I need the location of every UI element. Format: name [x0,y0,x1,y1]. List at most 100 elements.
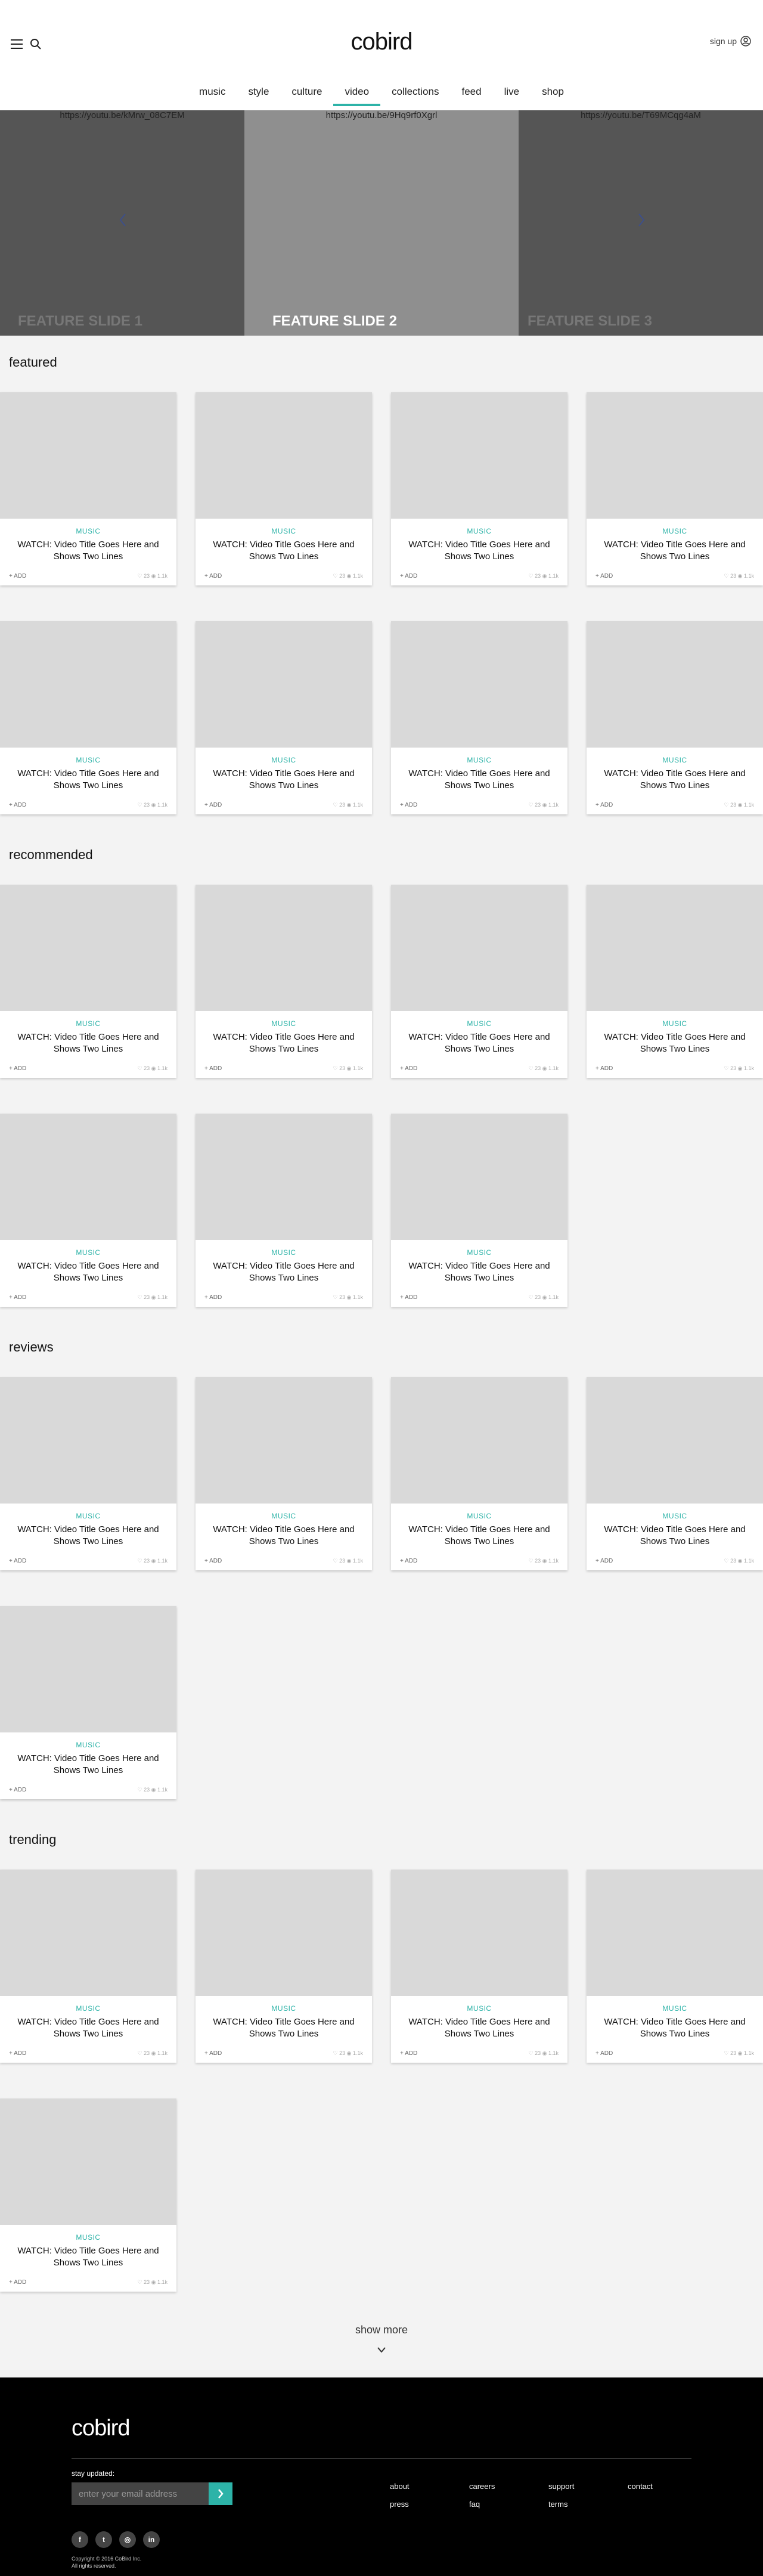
video-title[interactable]: WATCH: Video Title Goes Here and Shows Tw… [398,768,560,792]
video-title[interactable]: WATCH: Video Title Goes Here and Shows Tw… [7,539,169,563]
video-thumbnail[interactable] [587,1377,763,1504]
video-thumbnail[interactable] [391,621,567,748]
nav-item-shop[interactable]: shop [531,83,575,106]
video-thumbnail[interactable] [0,621,176,748]
video-card[interactable]: MUSIC WATCH: Video Title Goes Here and Sho… [391,1870,567,2063]
video-category[interactable]: MUSIC [196,1019,372,1028]
footer-link-careers[interactable]: careers [469,2482,495,2491]
footer-link-about[interactable]: about [390,2482,410,2491]
footer-link-terms[interactable]: terms [548,2500,568,2509]
add-button[interactable]: + ADD [9,1294,26,1301]
show-more-button[interactable]: show more [0,2324,763,2336]
add-button[interactable]: + ADD [9,573,26,579]
video-category[interactable]: MUSIC [391,756,567,764]
video-thumbnail[interactable] [196,1377,372,1504]
video-card[interactable]: MUSIC WATCH: Video Title Goes Here and Sho… [196,1114,372,1307]
linkedin-icon[interactable]: in [143,2531,160,2548]
video-card[interactable]: MUSIC WATCH: Video Title Goes Here and Sho… [196,1870,372,2063]
video-category[interactable]: MUSIC [391,1019,567,1028]
video-title[interactable]: WATCH: Video Title Goes Here and Shows Tw… [594,539,756,563]
add-button[interactable]: + ADD [400,1065,417,1072]
video-thumbnail[interactable] [0,1377,176,1504]
video-title[interactable]: WATCH: Video Title Goes Here and Shows Tw… [7,1753,169,1777]
video-card[interactable]: MUSIC WATCH: Video Title Goes Here and Sho… [587,621,763,814]
video-category[interactable]: MUSIC [0,1248,176,1257]
video-thumbnail[interactable] [587,392,763,519]
add-button[interactable]: + ADD [9,802,26,808]
add-button[interactable]: + ADD [9,1558,26,1564]
video-thumbnail[interactable] [391,1870,567,1996]
video-title[interactable]: WATCH: Video Title Goes Here and Shows Tw… [594,768,756,792]
site-logo[interactable]: cobird [0,29,763,55]
video-category[interactable]: MUSIC [0,1512,176,1520]
twitter-icon[interactable]: t [95,2531,112,2548]
video-thumbnail[interactable] [196,392,372,519]
sign-up-link[interactable]: sign up [710,36,751,47]
nav-item-live[interactable]: live [493,83,531,106]
video-thumbnail[interactable] [391,392,567,519]
video-thumbnail[interactable] [391,1377,567,1504]
video-title[interactable]: WATCH: Video Title Goes Here and Shows Tw… [7,1524,169,1548]
add-button[interactable]: + ADD [595,573,613,579]
video-category[interactable]: MUSIC [587,527,763,535]
add-button[interactable]: + ADD [204,802,222,808]
video-title[interactable]: WATCH: Video Title Goes Here and Shows Tw… [203,768,365,792]
add-button[interactable]: + ADD [595,1558,613,1564]
add-button[interactable]: + ADD [204,1294,222,1301]
video-category[interactable]: MUSIC [0,2004,176,2013]
add-button[interactable]: + ADD [400,802,417,808]
add-button[interactable]: + ADD [400,1294,417,1301]
video-title[interactable]: WATCH: Video Title Goes Here and Shows Tw… [398,1031,560,1055]
footer-logo[interactable]: cobird [72,2416,130,2441]
video-category[interactable]: MUSIC [196,1512,372,1520]
video-category[interactable]: MUSIC [587,1512,763,1520]
video-thumbnail[interactable] [0,392,176,519]
add-button[interactable]: + ADD [204,1558,222,1564]
video-card[interactable]: MUSIC WATCH: Video Title Goes Here and Sho… [391,392,567,585]
add-button[interactable]: + ADD [204,2050,222,2057]
email-input[interactable] [72,2482,209,2505]
add-button[interactable]: + ADD [204,1065,222,1072]
video-category[interactable]: MUSIC [0,1741,176,1749]
video-card[interactable]: MUSIC WATCH: Video Title Goes Here and Sho… [0,885,176,1078]
video-card[interactable]: MUSIC WATCH: Video Title Goes Here and Sho… [0,621,176,814]
add-button[interactable]: + ADD [400,1558,417,1564]
video-title[interactable]: WATCH: Video Title Goes Here and Shows Tw… [203,1260,365,1284]
video-title[interactable]: WATCH: Video Title Goes Here and Shows Tw… [594,1524,756,1548]
video-thumbnail[interactable] [196,885,372,1011]
video-category[interactable]: MUSIC [391,527,567,535]
add-button[interactable]: + ADD [9,1065,26,1072]
video-title[interactable]: WATCH: Video Title Goes Here and Shows Tw… [203,539,365,563]
video-category[interactable]: MUSIC [196,1248,372,1257]
add-button[interactable]: + ADD [204,573,222,579]
chevron-down-icon[interactable] [377,2346,386,2354]
video-thumbnail[interactable] [0,1870,176,1996]
video-category[interactable]: MUSIC [0,2233,176,2242]
video-category[interactable]: MUSIC [196,527,372,535]
add-button[interactable]: + ADD [595,2050,613,2057]
video-title[interactable]: WATCH: Video Title Goes Here and Shows Tw… [398,2016,560,2040]
video-card[interactable]: MUSIC WATCH: Video Title Goes Here and Sho… [0,392,176,585]
chevron-right-icon[interactable] [635,212,647,228]
nav-item-video[interactable]: video [333,83,381,106]
video-title[interactable]: WATCH: Video Title Goes Here and Shows Tw… [594,1031,756,1055]
video-title[interactable]: WATCH: Video Title Goes Here and Shows Tw… [7,1031,169,1055]
facebook-icon[interactable]: f [72,2531,88,2548]
video-category[interactable]: MUSIC [391,1512,567,1520]
video-thumbnail[interactable] [0,1114,176,1240]
add-button[interactable]: + ADD [595,802,613,808]
video-card[interactable]: MUSIC WATCH: Video Title Goes Here and Sho… [391,1377,567,1570]
video-thumbnail[interactable] [196,1870,372,1996]
video-card[interactable]: MUSIC WATCH: Video Title Goes Here and Sho… [196,885,372,1078]
nav-item-style[interactable]: style [237,83,280,106]
nav-item-feed[interactable]: feed [450,83,492,106]
add-button[interactable]: + ADD [9,2050,26,2057]
video-title[interactable]: WATCH: Video Title Goes Here and Shows Tw… [203,1031,365,1055]
chevron-left-icon[interactable] [117,212,129,228]
video-card[interactable]: MUSIC WATCH: Video Title Goes Here and Sho… [587,392,763,585]
video-card[interactable]: MUSIC WATCH: Video Title Goes Here and Sho… [587,1870,763,2063]
video-card[interactable]: MUSIC WATCH: Video Title Goes Here and Sho… [0,1377,176,1570]
video-card[interactable]: MUSIC WATCH: Video Title Goes Here and Sho… [196,392,372,585]
video-thumbnail[interactable] [0,2098,176,2225]
video-card[interactable]: MUSIC WATCH: Video Title Goes Here and Sho… [196,1377,372,1570]
